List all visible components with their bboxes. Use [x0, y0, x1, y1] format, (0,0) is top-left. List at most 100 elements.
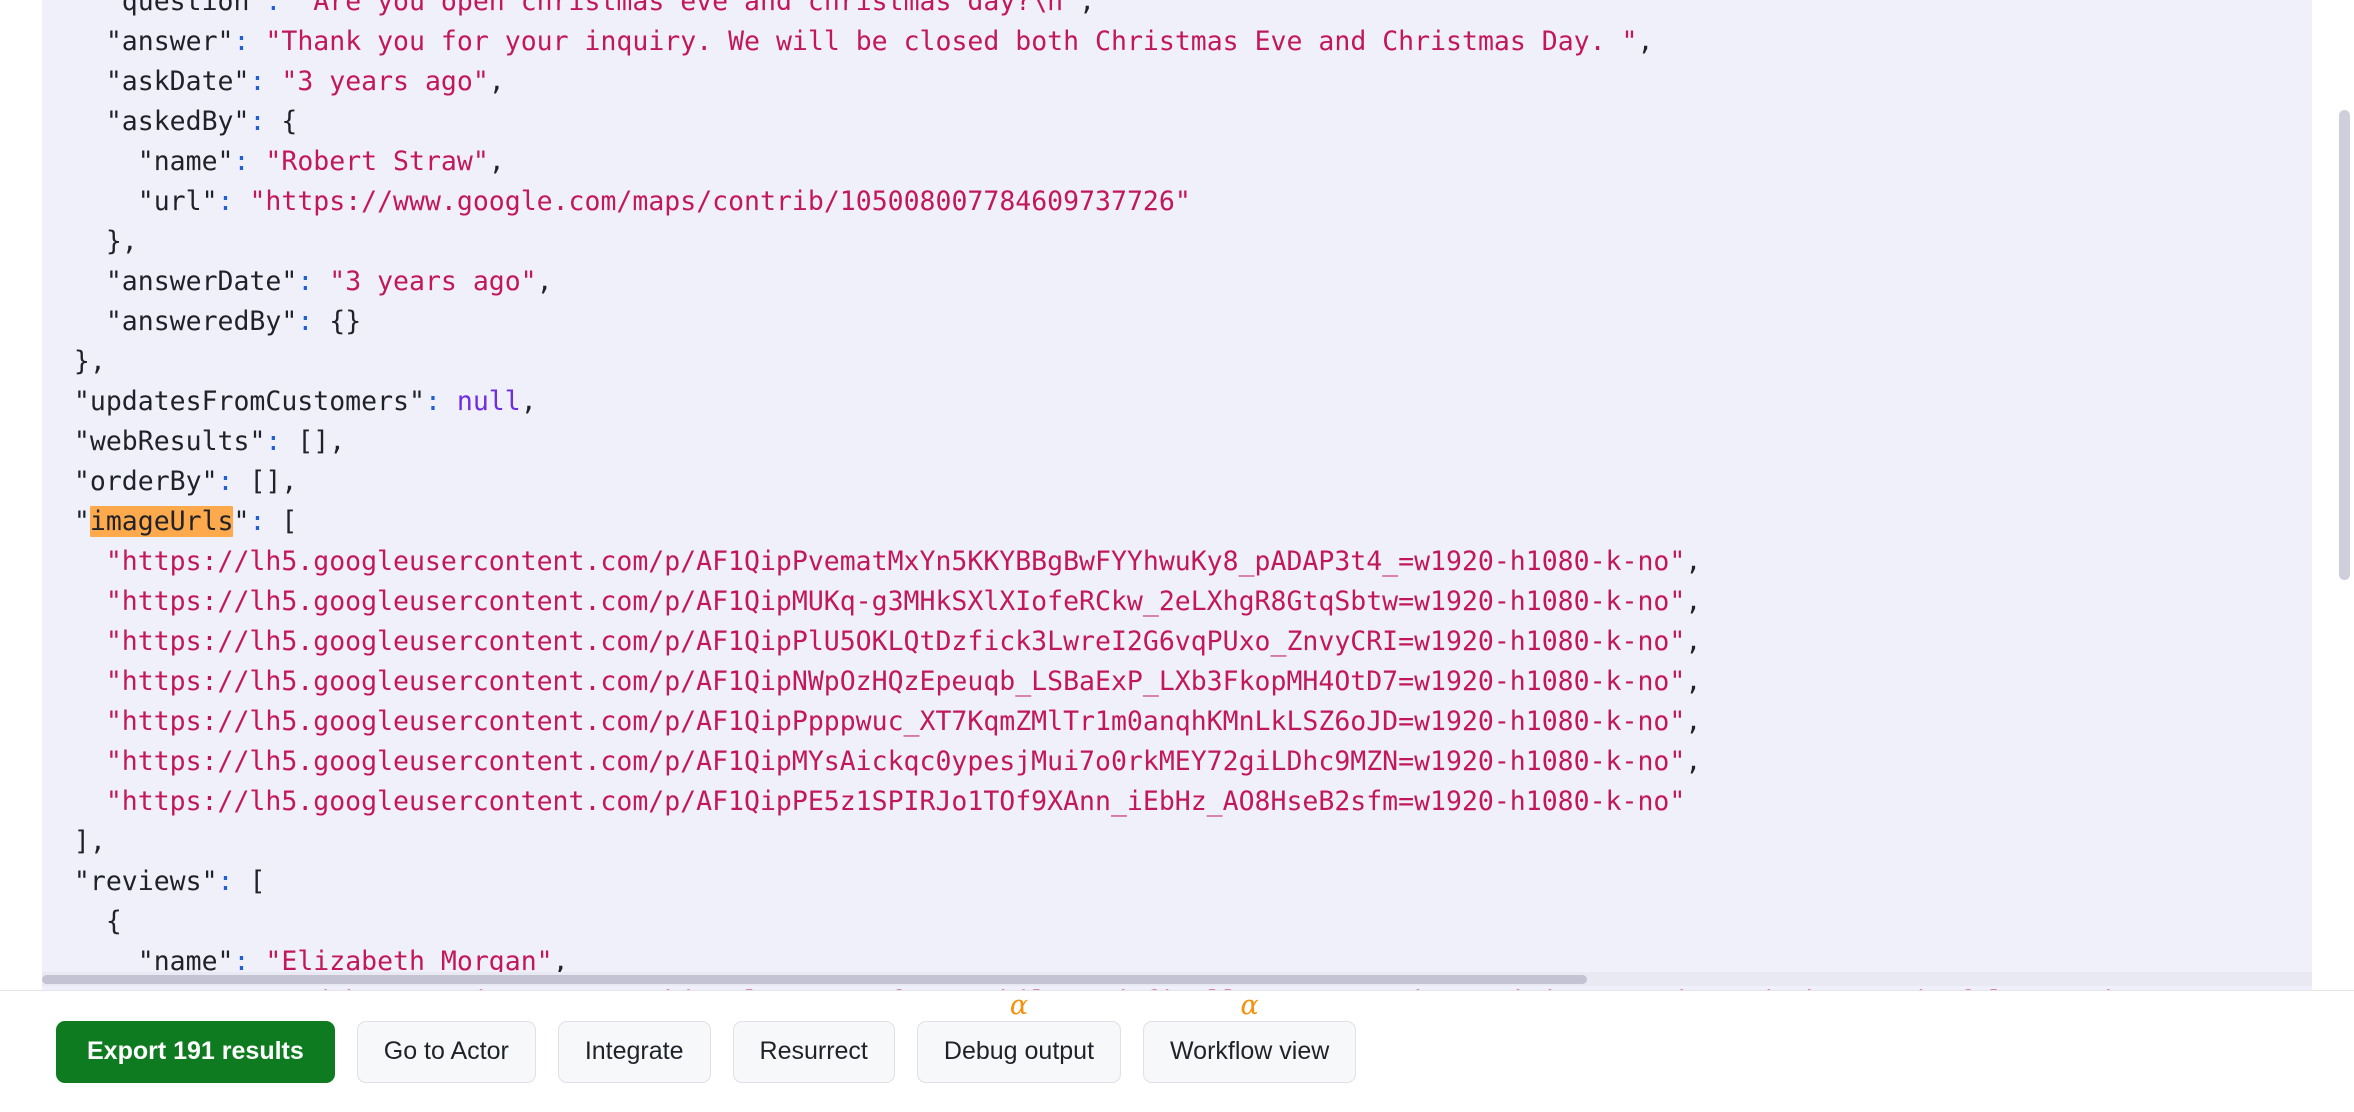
results-output-screen: "question": "Are you open christmas eve … [0, 0, 2354, 1112]
code-token: : [265, 0, 298, 17]
integrate-button[interactable]: Integrate [557, 1020, 711, 1083]
code-token: answeredBy [121, 306, 282, 337]
code-token: , [1637, 26, 1654, 57]
code-token: " [137, 186, 154, 217]
code-token: : [249, 66, 282, 97]
code-token: "https://lh5.googleusercontent.com/p/AF1… [105, 666, 1686, 697]
code-token: " [105, 66, 122, 97]
code-token: " [105, 26, 122, 57]
code-token: , [488, 146, 505, 177]
code-token: " [73, 866, 90, 897]
code-token: " [408, 386, 425, 417]
code-token: [ [249, 866, 266, 897]
code-token: " [217, 26, 234, 57]
code-line: "https://lh5.googleusercontent.com/p/AF1… [42, 542, 2312, 582]
code-token: " [281, 266, 298, 297]
code-token: askDate [121, 66, 234, 97]
code-token: , [1685, 626, 1702, 657]
button-label: Workflow view [1170, 1037, 1330, 1065]
code-line: "https://lh5.googleusercontent.com/p/AF1… [42, 582, 2312, 622]
code-token: [], [249, 466, 298, 497]
code-token: }, [105, 226, 138, 257]
code-line: "reviews": [ [42, 862, 2312, 902]
resurrect-button[interactable]: Resurrect [732, 1020, 895, 1083]
code-token: "https://lh5.googleusercontent.com/p/AF1… [105, 786, 1686, 817]
code-token: , [520, 386, 537, 417]
code-token: askedBy [121, 106, 234, 137]
code-token: " [201, 866, 218, 897]
code-token: "Robert Straw" [265, 146, 489, 177]
code-token: " [105, 106, 122, 137]
code-token: , [1685, 666, 1702, 697]
code-token: [], [297, 426, 346, 457]
code-line: "name": "Robert Straw", [42, 142, 2312, 182]
code-token: " [73, 386, 90, 417]
code-token: reviews [89, 866, 202, 897]
code-token: " [201, 466, 218, 497]
json-code-block: "question": "Are you open christmas eve … [42, 0, 2312, 990]
alpha-badge: α [1240, 989, 1259, 1021]
code-token: " [217, 146, 234, 177]
code-token: "Are you open christmas eve and christma… [297, 0, 1080, 17]
button-label: Go to Actor [383, 1037, 509, 1065]
button-label: Debug output [943, 1037, 1095, 1065]
code-token: " [73, 466, 90, 497]
debug-output-button[interactable]: α Debug output [916, 992, 1122, 1083]
export-191-results-button[interactable]: Export 191 results [56, 1020, 335, 1083]
code-line: "https://lh5.googleusercontent.com/p/AF1… [42, 702, 2312, 742]
horizontal-scrollbar-track[interactable] [42, 972, 2312, 986]
code-line: "https://lh5.googleusercontent.com/p/AF1… [42, 782, 2312, 822]
code-token: "https://lh5.googleusercontent.com/p/AF1… [105, 626, 1686, 657]
code-token: orderBy [89, 466, 202, 497]
json-output-viewer[interactable]: "question": "Are you open christmas eve … [42, 0, 2312, 990]
code-token: " [73, 506, 90, 537]
code-token: " [105, 0, 122, 17]
button-label: Integrate [584, 1037, 684, 1065]
code-token: " [233, 506, 250, 537]
code-token: : [297, 306, 330, 337]
vertical-scrollbar-track[interactable] [2334, 0, 2354, 990]
code-line: }, [42, 222, 2312, 262]
code-token: : [217, 866, 250, 897]
code-line: "question": "Are you open christmas eve … [42, 0, 2312, 22]
code-token: "https://www.google.com/maps/contrib/105… [249, 186, 1191, 217]
code-token: updatesFromCustomers [89, 386, 409, 417]
code-token: " [73, 426, 90, 457]
go-to-actor-button[interactable]: Go to Actor [356, 1020, 536, 1083]
code-token: , [1685, 746, 1702, 777]
horizontal-scrollbar-thumb[interactable] [42, 975, 1587, 984]
code-token: answer [121, 26, 218, 57]
code-token: " [137, 146, 154, 177]
workflow-view-button[interactable]: α Workflow view [1143, 992, 1357, 1083]
code-token: { [281, 106, 298, 137]
code-token: : [217, 186, 250, 217]
code-token: : [217, 466, 250, 497]
code-token: " [201, 186, 218, 217]
code-token: null [456, 386, 521, 417]
code-token: " [233, 106, 250, 137]
code-token: {} [329, 306, 362, 337]
code-token: "3 years ago" [281, 66, 489, 97]
code-line: { [42, 902, 2312, 942]
code-token: " [249, 426, 266, 457]
code-token: : [424, 386, 457, 417]
vertical-scrollbar-thumb[interactable] [2339, 110, 2350, 580]
button-label: Export 191 results [87, 1037, 304, 1065]
